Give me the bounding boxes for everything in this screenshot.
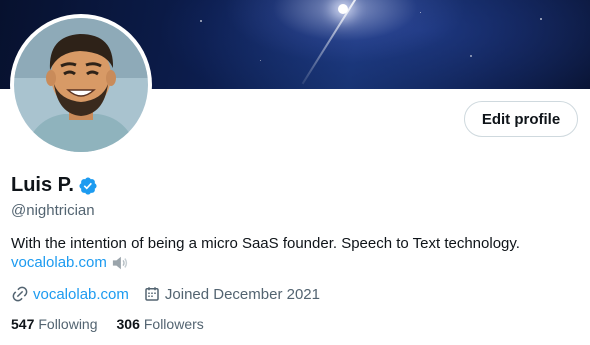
- joined-item: Joined December 2021: [143, 285, 320, 303]
- avatar[interactable]: [10, 14, 152, 156]
- joined-date: Joined December 2021: [164, 285, 320, 303]
- followers-label: Followers: [143, 316, 204, 332]
- profile-bio: With the intention of being a micro SaaS…: [11, 235, 520, 252]
- display-name: Luis P.: [11, 174, 74, 196]
- profile-name-row: Luis P.: [11, 174, 98, 197]
- bio-link[interactable]: vocalolab.com: [11, 254, 107, 271]
- following-count: 547: [11, 316, 35, 332]
- link-icon: [12, 286, 28, 302]
- website-link[interactable]: vocalolab.com: [33, 286, 129, 303]
- edit-profile-button[interactable]: Edit profile: [464, 101, 578, 137]
- follow-stats: 547 Following 306 Followers: [11, 316, 204, 332]
- website-item: vocalolab.com: [11, 285, 129, 303]
- profile-handle: @nightrician: [11, 202, 95, 219]
- calendar-icon: [145, 287, 159, 301]
- followers-count: 306: [116, 316, 140, 332]
- verified-badge-icon[interactable]: [78, 176, 98, 196]
- bio-link-row: vocalolab.com: [11, 254, 129, 271]
- avatar-image: [14, 18, 148, 152]
- following-link[interactable]: 547 Following: [11, 316, 98, 332]
- followers-link[interactable]: 306 Followers: [117, 316, 204, 332]
- speaker-icon: [112, 256, 128, 269]
- profile-meta: vocalolab.com Joined December 2021: [11, 285, 320, 303]
- following-label: Following: [38, 316, 98, 332]
